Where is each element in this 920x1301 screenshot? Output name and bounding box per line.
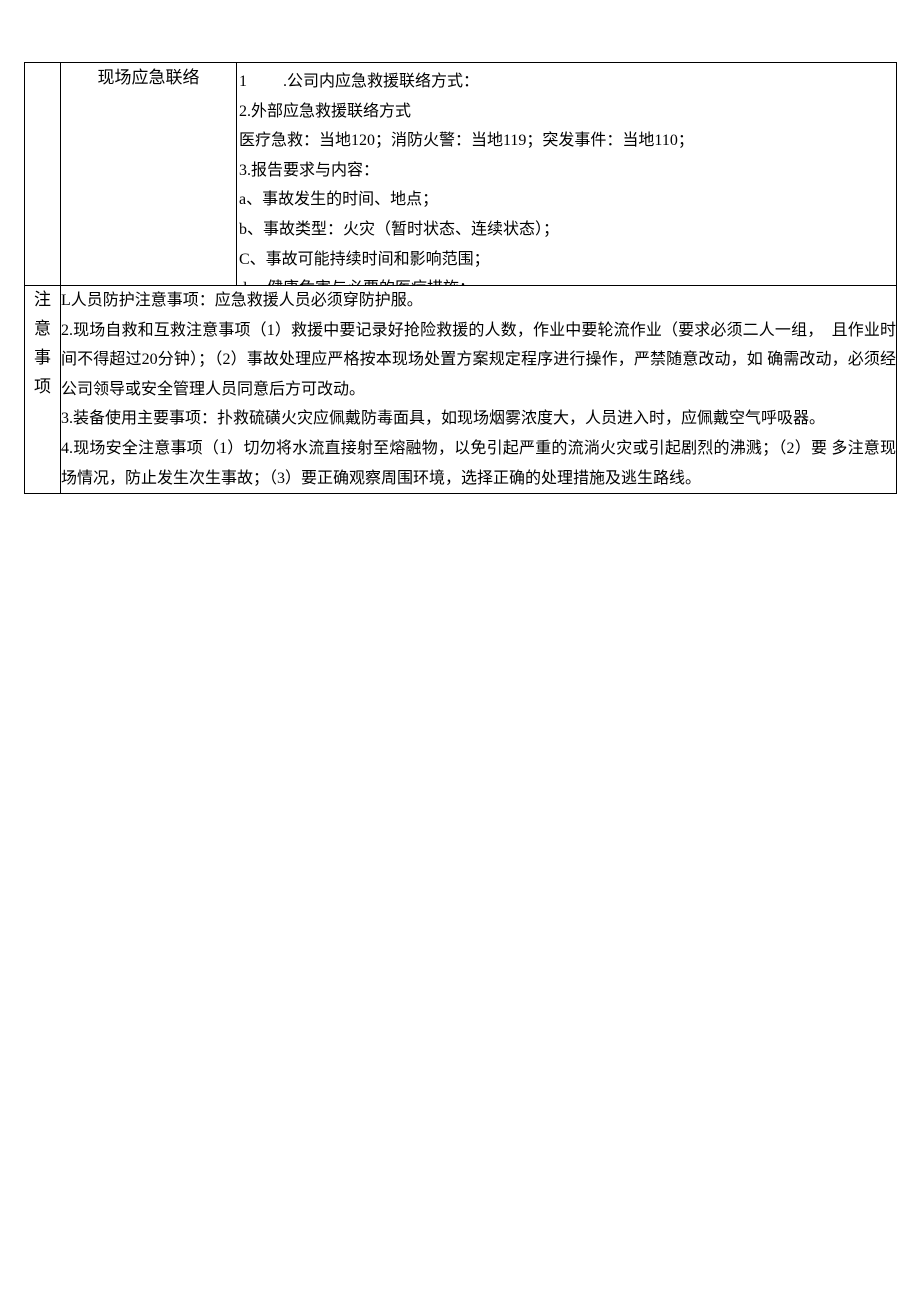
row-contact-content: 1 .公司内应急救援联络方式： 2.外部应急救援联络方式 医疗急救：当地120；… (239, 67, 894, 286)
notes-para: L人员防护注意事项：应急救援人员必须穿防护服。 (61, 286, 896, 316)
notes-para: 4.现场安全注意事项（1）切勿将水流直接射至熔融物，以免引起严重的流淌火灾或引起… (61, 434, 896, 493)
row-contact-content-cell: 1 .公司内应急救援联络方式： 2.外部应急救援联络方式 医疗急救：当地120；… (237, 63, 897, 286)
notes-heading-char: 意 (25, 315, 60, 344)
notes-heading-char: 事 (25, 344, 60, 373)
contact-line: 1 .公司内应急救援联络方式： (239, 73, 479, 90)
contact-line: 3.报告要求与内容： (239, 162, 379, 179)
notes-body-cell: L人员防护注意事项：应急救援人员必须穿防护服。 2.现场自救和互救注意事项（1）… (61, 286, 897, 494)
contact-line: a、事故发生的时间、地点； (239, 191, 438, 208)
contact-line: d、 健康危害与必要的医疗措施； (239, 280, 475, 285)
blank-left-cell (25, 63, 61, 286)
document-page: { "row1": { "label": "现场应急联络", "lines": … (0, 62, 920, 494)
notes-heading-cell: 注 意 事 项 (25, 286, 61, 494)
document-table: 现场应急联络 1 .公司内应急救援联络方式： 2.外部应急救援联络方式 医疗急救… (24, 62, 897, 494)
notes-heading-char: 注 (25, 286, 60, 315)
contact-line: C、事故可能持续时间和影响范围； (239, 251, 490, 268)
row-contact-label: 现场应急联络 (98, 68, 200, 87)
notes-para: 2.现场自救和互救注意事项（1）救援中要记录好抢险救援的人数，作业中要轮流作业（… (61, 316, 896, 405)
notes-heading-char: 项 (25, 373, 60, 402)
row-contact-label-cell: 现场应急联络 (61, 63, 237, 286)
contact-line: 2.外部应急救援联络方式 (239, 103, 411, 120)
row-notes: 注 意 事 项 L人员防护注意事项：应急救援人员必须穿防护服。 2.现场自救和互… (25, 286, 897, 494)
contact-line: b、事故类型：火灾（暂时状态、连续状态）； (239, 221, 559, 238)
contact-line: 医疗急救：当地120；消防火警：当地119；突发事件：当地110； (239, 132, 694, 149)
notes-para: 3.装备使用主要事项：扑救硫磺火灾应佩戴防毒面具，如现场烟雾浓度大，人员进入时，… (61, 404, 896, 434)
row-contact: 现场应急联络 1 .公司内应急救援联络方式： 2.外部应急救援联络方式 医疗急救… (25, 63, 897, 286)
